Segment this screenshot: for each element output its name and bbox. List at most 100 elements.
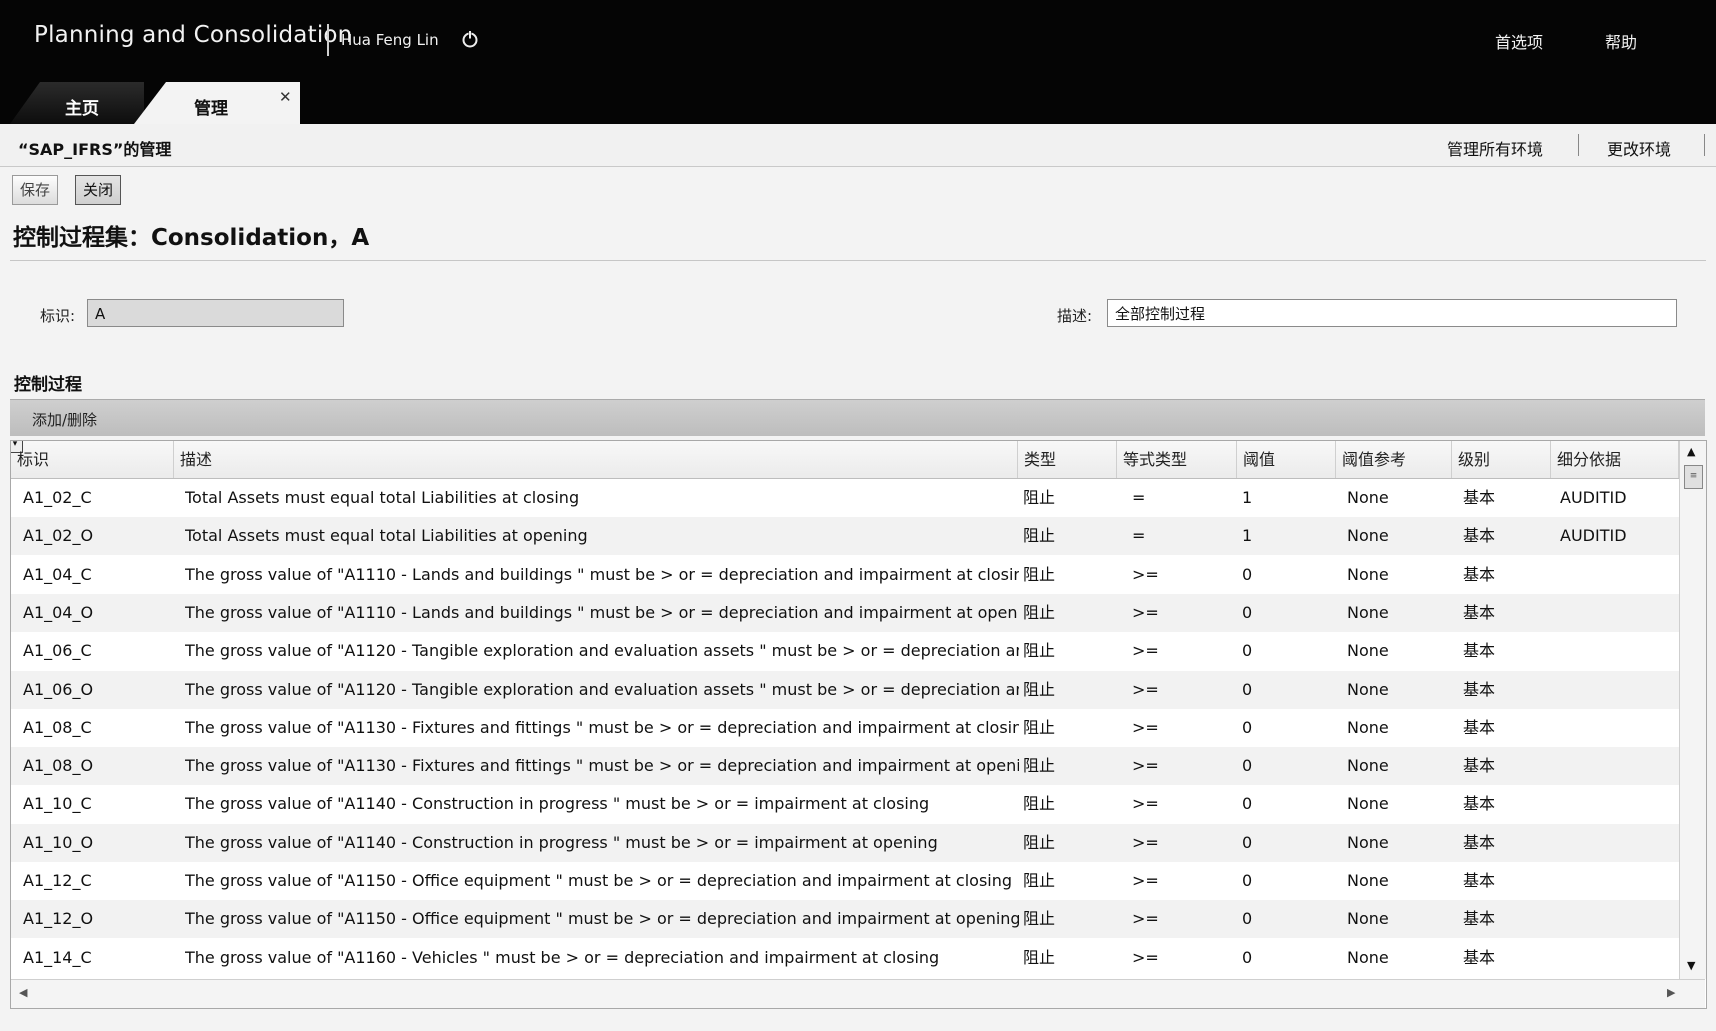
id-label: 标识: xyxy=(40,307,76,325)
cell-equation-type: >= xyxy=(1132,564,1159,584)
tab-admin[interactable]: 管理 ✕ xyxy=(134,82,300,124)
scroll-down-icon[interactable]: ▼ xyxy=(1687,959,1695,972)
cell-description: The gross value of "A1140 - Construction… xyxy=(185,794,930,814)
cell-equation-type: >= xyxy=(1132,602,1159,622)
column-header-description[interactable]: 描述 xyxy=(174,441,1018,478)
cell-type: 阻止 xyxy=(1023,679,1056,699)
vertical-scrollbar[interactable]: ▲ ≡ ▼ xyxy=(1679,441,1706,979)
column-header-breakdown[interactable]: 细分依据 xyxy=(1551,441,1679,478)
scroll-up-icon[interactable]: ▲ xyxy=(1687,445,1695,458)
cell-equation-type: = xyxy=(1132,526,1146,546)
cell-description: The gross value of "A1140 - Construction… xyxy=(185,832,938,852)
tab-home-label: 主页 xyxy=(65,99,99,119)
cell-id: A1_12_C xyxy=(23,871,92,890)
link-divider xyxy=(1704,134,1705,156)
cell-equation-type: = xyxy=(1132,488,1146,507)
column-header-type[interactable]: 类型 xyxy=(1018,441,1117,478)
cell-id: A1_08_O xyxy=(23,756,94,776)
cell-threshold-reference: None xyxy=(1347,679,1389,699)
column-header-level[interactable]: 级别 xyxy=(1452,441,1551,478)
environment-title: “SAP_IFRS”的管理 xyxy=(18,140,172,159)
top-bar: Planning and Consolidation Hua Feng Lin … xyxy=(0,0,1716,124)
table-row[interactable]: A1_06_O The gross value of "A1120 - Tangi… xyxy=(11,670,1679,709)
title-divider xyxy=(327,24,329,56)
table-row[interactable]: A1_08_C The gross value of "A1130 - Fixtu… xyxy=(11,709,1679,747)
column-header-threshold[interactable]: 阈值 xyxy=(1237,441,1336,478)
table-row[interactable]: A1_02_O Total Assets must equal total Lia… xyxy=(11,517,1679,556)
cell-description: The gross value of "A1130 - Fixtures and… xyxy=(185,717,1019,737)
scroll-right-icon[interactable]: ▶ xyxy=(1667,986,1675,999)
cell-description: Total Assets must equal total Liabilitie… xyxy=(185,488,580,507)
cell-level: 基本 xyxy=(1463,526,1496,546)
table-row[interactable]: A1_06_C The gross value of "A1120 - Tangi… xyxy=(11,632,1679,670)
table-row[interactable]: A1_04_C The gross value of "A1110 - Lands… xyxy=(11,556,1679,594)
cell-threshold: 0 xyxy=(1242,641,1253,661)
power-icon[interactable] xyxy=(460,29,480,49)
tab-home[interactable]: 主页 xyxy=(10,82,144,124)
cell-breakdown xyxy=(1560,671,1678,709)
manage-all-environments-link[interactable]: 管理所有环境 xyxy=(1447,136,1543,160)
cell-type: 阻止 xyxy=(1023,832,1056,852)
column-header-id[interactable]: 标识 xyxy=(11,441,174,478)
cell-breakdown xyxy=(1560,709,1678,747)
cell-threshold: 0 xyxy=(1242,871,1253,890)
cell-type: 阻止 xyxy=(1023,947,1056,967)
cell-id: A1_06_C xyxy=(23,641,92,661)
section-title: 控制过程 xyxy=(14,375,82,395)
scroll-thumb[interactable]: ≡ xyxy=(1684,465,1703,489)
cell-breakdown xyxy=(1560,862,1678,900)
cell-description: The gross value of "A1120 - Tangible exp… xyxy=(185,679,1019,699)
table-row[interactable]: A1_14_C The gross value of "A1160 - Vehic… xyxy=(11,939,1679,977)
table-row[interactable]: A1_10_C The gross value of "A1140 - Const… xyxy=(11,785,1679,823)
cell-equation-type: >= xyxy=(1132,832,1159,852)
cell-type: 阻止 xyxy=(1023,756,1056,776)
cell-threshold: 1 xyxy=(1242,526,1253,546)
table-row[interactable]: A1_04_O The gross value of "A1110 - Lands… xyxy=(11,593,1679,632)
preferences-link[interactable]: 首选项 xyxy=(1495,29,1543,53)
column-header-equation-type[interactable]: 等式类型 xyxy=(1117,441,1237,478)
cell-id: A1_04_C xyxy=(23,564,92,584)
cell-level: 基本 xyxy=(1463,871,1496,890)
description-field[interactable]: 全部控制过程 xyxy=(1107,299,1677,327)
change-environment-link[interactable]: 更改环境 xyxy=(1607,136,1671,160)
cell-threshold: 0 xyxy=(1242,947,1253,967)
close-tab-icon[interactable]: ✕ xyxy=(279,88,292,106)
table-row[interactable]: A1_02_C Total Assets must equal total Lia… xyxy=(11,479,1679,517)
scroll-left-icon[interactable]: ◀ xyxy=(19,986,27,999)
help-link[interactable]: 帮助 xyxy=(1605,29,1637,53)
cell-breakdown: AUDITID xyxy=(1560,526,1627,546)
cell-threshold: 0 xyxy=(1242,564,1253,584)
table-row[interactable]: A1_12_O The gross value of "A1150 - Offic… xyxy=(11,900,1679,939)
table-row[interactable]: A1_10_O The gross value of "A1140 - Const… xyxy=(11,823,1679,862)
cell-threshold: 0 xyxy=(1242,832,1253,852)
save-button[interactable]: 保存 xyxy=(12,175,59,205)
link-divider xyxy=(1578,134,1579,156)
cell-threshold-reference: None xyxy=(1347,488,1389,507)
tab-admin-label: 管理 xyxy=(194,99,228,119)
cell-breakdown xyxy=(1560,747,1678,785)
cell-description: The gross value of "A1130 - Fixtures and… xyxy=(185,756,1019,776)
cell-breakdown xyxy=(1560,556,1678,594)
app-title: Planning and Consolidation xyxy=(34,22,353,48)
close-button[interactable]: 关闭 xyxy=(75,175,122,205)
table-row[interactable]: A1_12_C The gross value of "A1150 - Offic… xyxy=(11,862,1679,900)
table-row[interactable]: A1_08_O The gross value of "A1130 - Fixtu… xyxy=(11,747,1679,786)
control-process-table: ▾ 标识 描述 类型 等式类型 阈值 阈值参考 级别 细分依据 A1_02_C Total As… xyxy=(10,440,1707,1009)
cell-level: 基本 xyxy=(1463,909,1496,929)
cell-description: The gross value of "A1150 - Office equip… xyxy=(185,871,1013,890)
cell-type: 阻止 xyxy=(1023,564,1056,584)
cell-threshold: 0 xyxy=(1242,794,1253,814)
sub-header: “SAP_IFRS”的管理 管理所有环境 更改环境 xyxy=(0,124,1716,167)
cell-equation-type: >= xyxy=(1132,794,1159,814)
horizontal-scrollbar[interactable]: ◀ ▶ xyxy=(11,979,1705,1008)
cell-id: A1_06_O xyxy=(23,679,94,699)
cell-threshold: 0 xyxy=(1242,756,1253,776)
cell-breakdown xyxy=(1560,824,1678,862)
cell-level: 基本 xyxy=(1463,564,1496,584)
cell-threshold: 0 xyxy=(1242,602,1253,622)
cell-id: A1_10_O xyxy=(23,832,94,852)
cell-equation-type: >= xyxy=(1132,756,1159,776)
id-field[interactable]: A xyxy=(87,299,344,327)
add-remove-button[interactable]: 添加/删除 xyxy=(32,409,97,430)
column-header-threshold-reference[interactable]: 阈值参考 xyxy=(1336,441,1452,478)
